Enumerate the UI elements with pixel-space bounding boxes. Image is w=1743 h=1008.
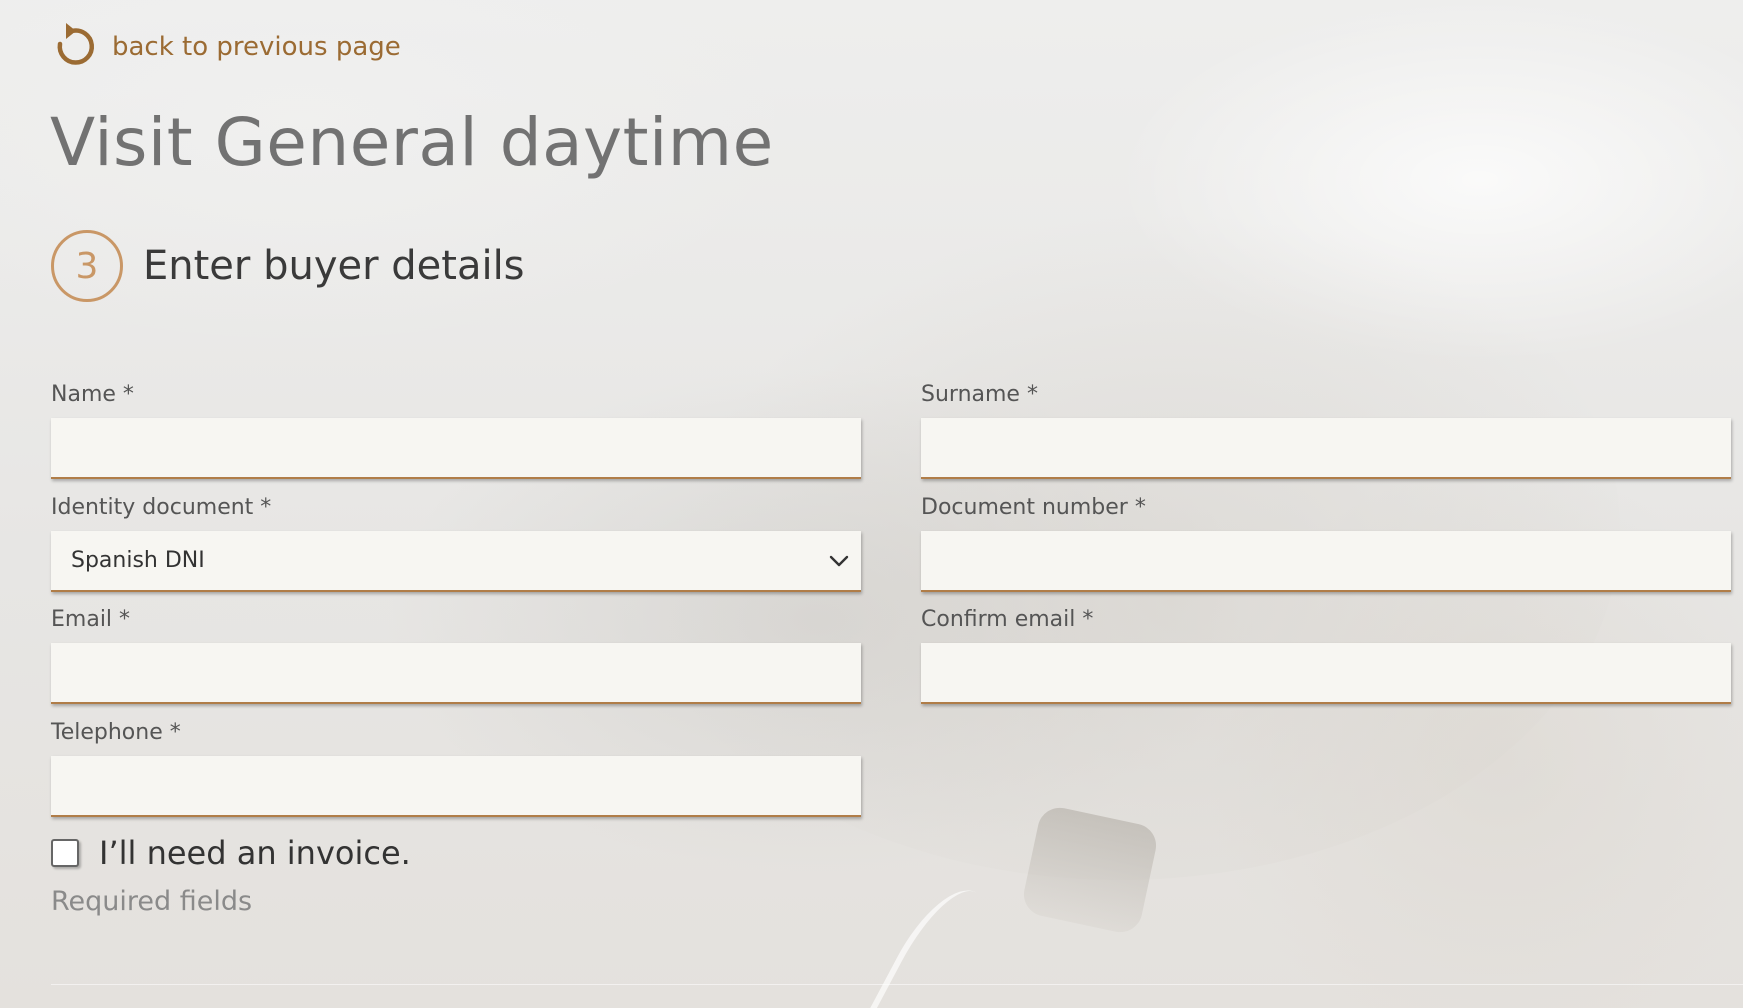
invoice-checkbox-label: I’ll need an invoice.	[99, 834, 411, 872]
required-fields-note: Required fields	[51, 886, 253, 917]
telephone-label: Telephone *	[51, 720, 181, 745]
name-field-group: Name *	[51, 380, 861, 479]
surname-label: Surname *	[921, 382, 1038, 407]
email-input[interactable]	[51, 643, 861, 704]
confirm-email-field-group: Confirm email *	[921, 605, 1731, 704]
identity-document-selected-value: Spanish DNI	[71, 548, 205, 573]
surname-input[interactable]	[921, 418, 1731, 479]
confirm-email-input[interactable]	[921, 643, 1731, 704]
invoice-checkbox[interactable]	[51, 839, 79, 867]
back-link-label: back to previous page	[112, 32, 401, 62]
surname-field-group: Surname *	[921, 380, 1731, 479]
confirm-email-label: Confirm email *	[921, 607, 1094, 632]
step-title: Enter buyer details	[143, 243, 525, 289]
refresh-back-icon	[57, 23, 95, 65]
name-input[interactable]	[51, 418, 861, 479]
email-label: Email *	[51, 607, 131, 632]
email-field-group: Email *	[51, 605, 861, 704]
document-number-field-group: Document number *	[921, 493, 1731, 592]
telephone-input[interactable]	[51, 756, 861, 817]
document-number-label: Document number *	[921, 495, 1146, 520]
invoice-option[interactable]: I’ll need an invoice.	[51, 834, 411, 872]
back-link[interactable]: back to previous page	[52, 22, 401, 72]
step-header: 3 Enter buyer details	[51, 230, 525, 302]
identity-document-label: Identity document *	[51, 495, 272, 520]
telephone-field-group: Telephone *	[51, 718, 861, 817]
identity-document-select[interactable]: Spanish DNI	[51, 531, 861, 592]
page-title: Visit General daytime	[50, 104, 774, 181]
identity-document-field-group: Identity document * Spanish DNI	[51, 493, 861, 592]
buyer-details-page: back to previous page Visit General dayt…	[0, 0, 1743, 1008]
step-number-badge: 3	[51, 230, 123, 302]
chevron-down-icon	[829, 555, 849, 567]
section-divider	[51, 984, 1743, 985]
name-label: Name *	[51, 382, 134, 407]
document-number-input[interactable]	[921, 531, 1731, 592]
